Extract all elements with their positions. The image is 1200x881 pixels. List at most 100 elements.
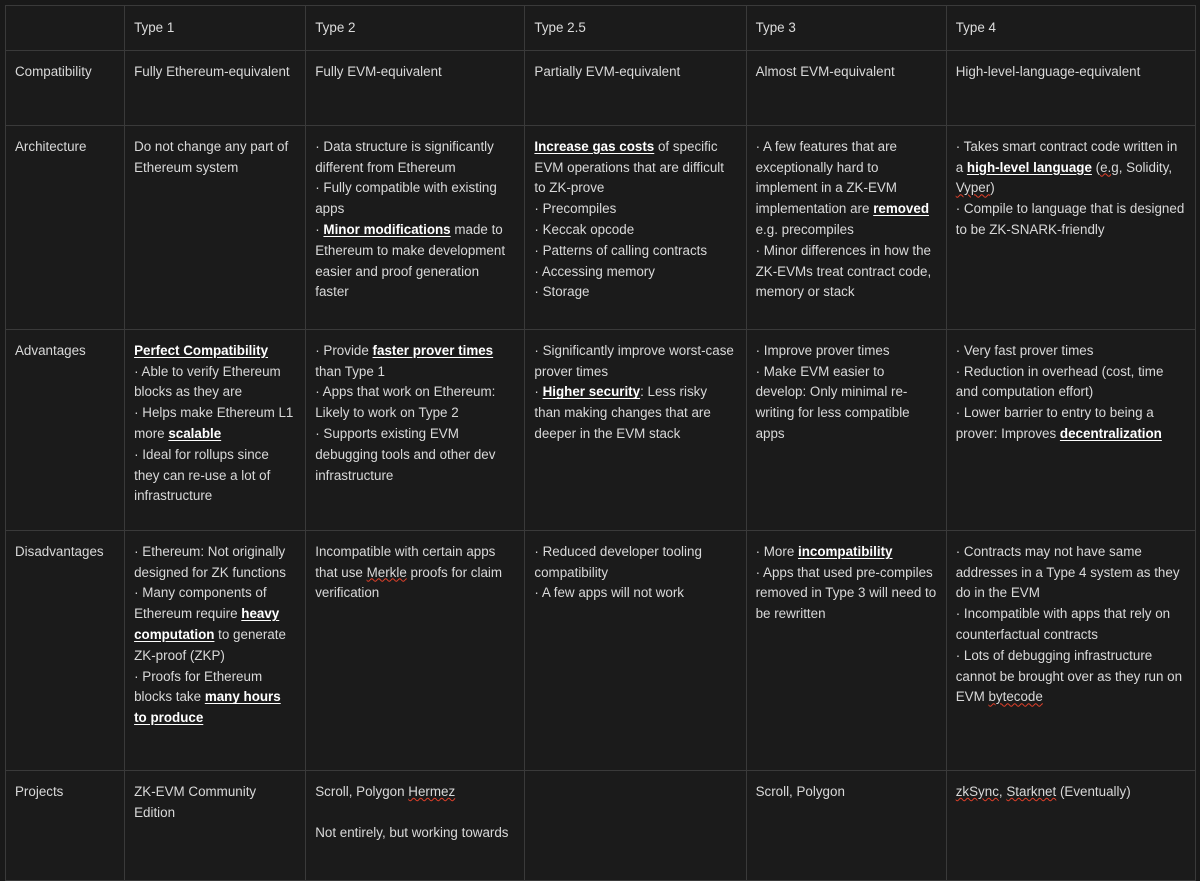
cell-disadvantages-type2: Incompatible with certain apps that use … [306, 530, 525, 770]
bullet-marker: · [534, 384, 542, 399]
bullet-line: · Contracts may not have same addresses … [956, 542, 1186, 604]
bullet-line: · Significantly improve worst-case prove… [534, 341, 736, 383]
cell-advantages-type25: · Significantly improve worst-case prove… [525, 329, 746, 530]
bullet-line: · Incompatible with apps that rely on co… [956, 604, 1186, 646]
row-label-advantages: Advantages [6, 329, 125, 530]
bullet-line: · Apps that used pre-compiles removed in… [756, 563, 937, 625]
cell-architecture-type25: Increase gas costs of specific EVM opera… [525, 125, 746, 329]
cell-projects-type1: ZK-EVM Community Edition [125, 770, 306, 880]
bullet-text: · More [756, 544, 798, 559]
emphasis-minor-modifications: Minor modifications [323, 222, 450, 237]
bullet-text: · Provide [315, 343, 372, 358]
bullet-line: · Make EVM easier to develop: Only minim… [756, 362, 937, 445]
cell-disadvantages-type1: · Ethereum: Not originally designed for … [125, 530, 306, 770]
bullet-line: · Keccak opcode [534, 220, 736, 241]
cell-compatibility-type1: Fully Ethereum-equivalent [125, 50, 306, 125]
cell-projects-type4: zkSync, Starknet (Eventually) [946, 770, 1195, 880]
bullet-line: · Many components of Ethereum require he… [134, 583, 296, 666]
bullet-line: · Helps make Ethereum L1 more scalable [134, 403, 296, 445]
bullet-line: · Supports existing EVM debugging tools … [315, 424, 515, 486]
emphasis-faster-prover-times: faster prover times [373, 343, 494, 358]
bullet-line: · Compile to language that is designed t… [956, 199, 1186, 241]
table-header-row: Type 1 Type 2 Type 2.5 Type 3 Type 4 [6, 6, 1196, 51]
cell-projects-type2: Scroll, Polygon Hermez Not entirely, but… [306, 770, 525, 880]
projects-note: Not entirely, but working towards [315, 823, 515, 844]
row-label-projects: Projects [6, 770, 125, 880]
cell-architecture-type3: · A few features that are exceptionally … [746, 125, 946, 329]
spacer-line [315, 803, 515, 824]
projects-line: zkSync, Starknet (Eventually) [956, 782, 1186, 803]
header-cell-blank [6, 6, 125, 51]
header-cell-type1: Type 1 [125, 6, 306, 51]
emphasis-increase-gas-costs: Increase gas costs [534, 139, 654, 154]
cell-disadvantages-type25: · Reduced developer tooling compatibilit… [525, 530, 746, 770]
bullet-line: · Improve prover times [756, 341, 937, 362]
cell-advantages-type3: · Improve prover times · Make EVM easier… [746, 329, 946, 530]
emphasis-removed: removed [873, 201, 929, 216]
emphasis-decentralization: decentralization [1060, 426, 1162, 441]
header-cell-type3: Type 3 [746, 6, 946, 51]
emphasis-scalable: scalable [168, 426, 221, 441]
bullet-line: · Very fast prover times [956, 341, 1186, 362]
bullet-text: , Solidity, [1119, 160, 1172, 175]
bullet-line: · Patterns of calling contracts [534, 241, 736, 262]
bullet-line: · Provide faster prover times than Type … [315, 341, 515, 383]
emphasis-high-level-language: high-level language [967, 160, 1092, 175]
bullet-text: ) [990, 180, 994, 195]
row-label-disadvantages: Disadvantages [6, 530, 125, 770]
bullet-line: · Data structure is significantly differ… [315, 137, 515, 179]
projects-text: (Eventually) [1056, 784, 1130, 799]
bullet-line: · Apps that work on Ethereum: Likely to … [315, 382, 515, 424]
bullet-line: · More incompatibility [756, 542, 937, 563]
bullet-line: · Ideal for rollups since they can re-us… [134, 445, 296, 507]
cell-compatibility-type2: Fully EVM-equivalent [306, 50, 525, 125]
bullet-line: · Minor modifications made to Ethereum t… [315, 220, 515, 303]
spellcheck-zksync: zkSync [956, 784, 999, 799]
paragraph-line: Incompatible with certain apps that use … [315, 542, 515, 604]
table-row-compatibility: Compatibility Fully Ethereum-equivalent … [6, 50, 1196, 125]
table-row-architecture: Architecture Do not change any part of E… [6, 125, 1196, 329]
cell-projects-type3: Scroll, Polygon [746, 770, 946, 880]
row-label-architecture: Architecture [6, 125, 125, 329]
lead-line: Increase gas costs of specific EVM opera… [534, 137, 736, 199]
cell-architecture-type2: · Data structure is significantly differ… [306, 125, 525, 329]
zk-evm-comparison-table: Type 1 Type 2 Type 2.5 Type 3 Type 4 Com… [5, 5, 1196, 881]
cell-advantages-type1: Perfect Compatibility · Able to verify E… [125, 329, 306, 530]
bullet-text: than Type 1 [315, 364, 385, 379]
cell-advantages-type4: · Very fast prover times · Reduction in … [946, 329, 1195, 530]
bullet-line: · Proofs for Ethereum blocks take many h… [134, 667, 296, 729]
page-container: Type 1 Type 2 Type 2.5 Type 3 Type 4 Com… [0, 0, 1200, 832]
emphasis-perfect-compatibility: Perfect Compatibility [134, 341, 296, 362]
header-cell-type2: Type 2 [306, 6, 525, 51]
bullet-line: · A few apps will not work [534, 583, 736, 604]
cell-disadvantages-type4: · Contracts may not have same addresses … [946, 530, 1195, 770]
cell-compatibility-type4: High-level-language-equivalent [946, 50, 1195, 125]
bullet-text: ( [1092, 160, 1100, 175]
emphasis-incompatibility: incompatibility [798, 544, 893, 559]
cell-disadvantages-type3: · More incompatibility · Apps that used … [746, 530, 946, 770]
header-cell-type25: Type 2.5 [525, 6, 746, 51]
bullet-line: · Able to verify Ethereum blocks as they… [134, 362, 296, 404]
bullet-line: · Lots of debugging infrastructure canno… [956, 646, 1186, 708]
bullet-line: · Accessing memory [534, 262, 736, 283]
bullet-line: · A few features that are exceptionally … [756, 137, 937, 241]
bullet-line: · Minor differences in how the ZK-EVMs t… [756, 241, 937, 303]
spellcheck-hermez: Hermez [408, 784, 455, 799]
header-cell-type4: Type 4 [946, 6, 1195, 51]
bullet-line: · Reduced developer tooling compatibilit… [534, 542, 736, 584]
cell-advantages-type2: · Provide faster prover times than Type … [306, 329, 525, 530]
table-row-projects: Projects ZK-EVM Community Edition Scroll… [6, 770, 1196, 880]
spellcheck-starknet: Starknet [1006, 784, 1056, 799]
bullet-line: · Ethereum: Not originally designed for … [134, 542, 296, 584]
spellcheck-merkle: Merkle [367, 565, 407, 580]
spellcheck-eg: e.g [1100, 160, 1119, 175]
spellcheck-bytecode: bytecode [988, 689, 1042, 704]
bullet-line: · Storage [534, 282, 736, 303]
emphasis-higher-security: Higher security [543, 384, 641, 399]
table-row-disadvantages: Disadvantages · Ethereum: Not originally… [6, 530, 1196, 770]
table-row-advantages: Advantages Perfect Compatibility · Able … [6, 329, 1196, 530]
bullet-line: · Lower barrier to entry to being a prov… [956, 403, 1186, 445]
bullet-line: · Fully compatible with existing apps [315, 178, 515, 220]
bullet-line: · Precompiles [534, 199, 736, 220]
cell-projects-type25 [525, 770, 746, 880]
